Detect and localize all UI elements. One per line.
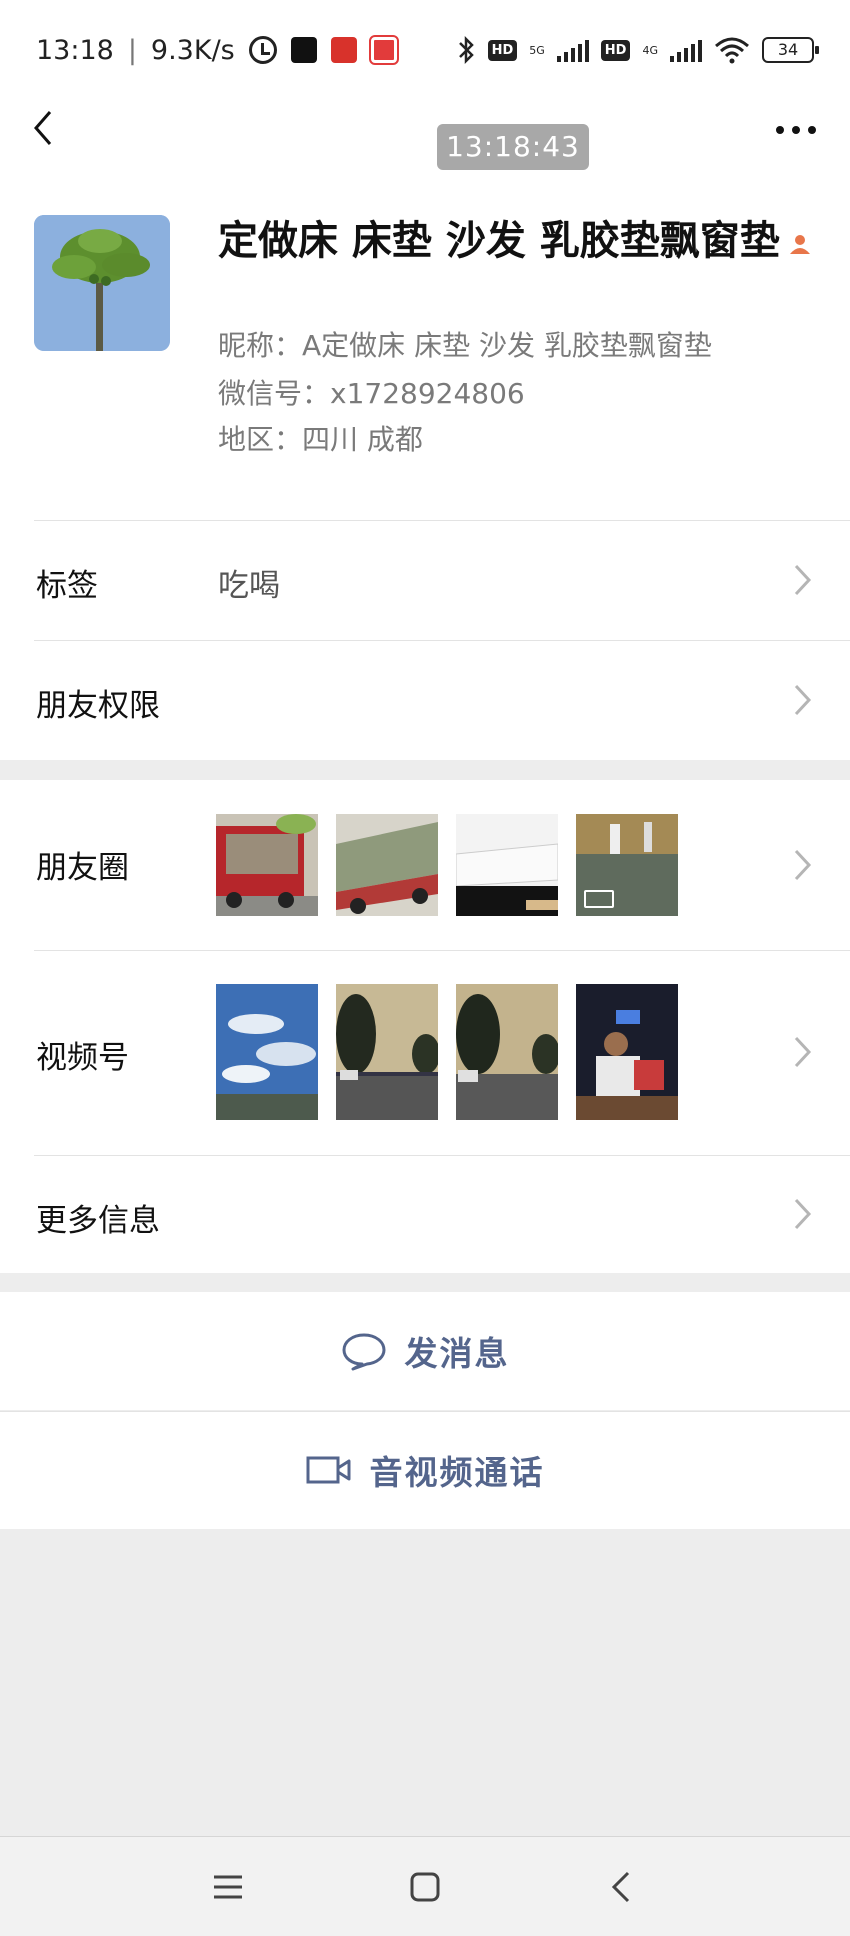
friend-permissions-row[interactable]: 朋友权限 [0, 640, 850, 760]
moments-thumbnail-1 [216, 814, 318, 916]
video-camera-icon [306, 1456, 350, 1484]
menu-lines-icon[interactable] [208, 1867, 248, 1907]
divider [0, 1411, 850, 1412]
region-value: 四川 成都 [302, 423, 423, 456]
tags-value: 吃喝 [218, 568, 280, 604]
top-nav-bar: 13:18:43 [0, 100, 850, 200]
status-bar-right: HD 5G HD 4G 34 [456, 35, 819, 65]
send-message-label: 发消息 [404, 1334, 510, 1373]
wechat-id-label: 微信号： [218, 377, 331, 410]
alarm-icon [248, 36, 277, 64]
profile-header: 定做床 床垫 沙发 乳胶垫飘窗垫 昵称：A定做床 床垫 沙发 乳胶垫飘窗垫 微信… [0, 200, 850, 520]
signal-5g-label: 5G [529, 43, 545, 57]
video-camera-icon [584, 890, 614, 908]
status-separator: | [127, 34, 137, 66]
network-speed: 9.3K/s [150, 34, 235, 66]
signal-5g: 5G [529, 45, 545, 56]
timestamp-badge: 13:18:43 [437, 124, 589, 170]
moments-thumbnail-2 [336, 814, 438, 916]
home-square-icon[interactable] [405, 1867, 445, 1907]
app-notification-icon [330, 37, 357, 63]
channels-thumbnail-3 [456, 984, 558, 1120]
channels-thumbnail-1 [216, 984, 318, 1120]
channels-thumbnail-4 [576, 984, 678, 1120]
more-info-row[interactable]: 更多信息 [0, 1155, 850, 1273]
moments-label: 朋友圈 [36, 850, 129, 886]
battery-indicator: 34 [762, 37, 819, 63]
moments-thumbnail-3 [456, 814, 558, 916]
video-app-icon [368, 35, 399, 65]
signal-4g: 4G [642, 45, 658, 56]
back-chevron-icon[interactable] [602, 1867, 642, 1907]
wechat-id-line: 微信号：x1728924806 [218, 372, 525, 412]
signal-bars-icon-2 [670, 38, 702, 62]
wifi-icon [715, 37, 749, 64]
tags-row[interactable]: 标签 吃喝 [0, 520, 850, 640]
divider [34, 520, 850, 521]
back-arrow-icon[interactable] [26, 108, 66, 148]
chevron-right-icon [794, 849, 812, 881]
status-bar: 13:18 | 9.3K/s HD 5G HD 4G 34 [0, 0, 850, 100]
send-message-button[interactable]: 发消息 [0, 1292, 850, 1410]
hd-badge-2: HD [600, 39, 631, 61]
divider [34, 1155, 850, 1156]
av-call-button[interactable]: 音视频通话 [0, 1411, 850, 1529]
hd-badge: HD [487, 39, 518, 61]
status-bar-left: 13:18 | 9.3K/s [36, 34, 399, 66]
channels-label: 视频号 [36, 1040, 129, 1076]
channels-row[interactable]: 视频号 [0, 950, 850, 1155]
system-navigation-bar [0, 1836, 850, 1936]
contact-display-name: 定做床 床垫 沙发 乳胶垫飘窗垫 [218, 218, 780, 264]
divider [34, 640, 850, 641]
nickname-line: 昵称：A定做床 床垫 沙发 乳胶垫飘窗垫 [218, 324, 712, 364]
chevron-right-icon [794, 564, 812, 596]
person-icon [790, 235, 810, 254]
channels-thumbnail-2 [336, 984, 438, 1120]
avatar-image [34, 215, 170, 351]
more-dots-icon[interactable] [776, 120, 820, 140]
moments-row[interactable]: 朋友圈 [0, 780, 850, 950]
nickname-label: 昵称： [218, 329, 303, 362]
chevron-right-icon [794, 1198, 812, 1230]
divider [34, 950, 850, 951]
signal-4g-label: 4G [642, 43, 658, 57]
chevron-right-icon [794, 1036, 812, 1068]
wechat-id-value[interactable]: x1728924806 [330, 377, 525, 410]
bluetooth-icon [458, 35, 474, 65]
region-label: 地区： [218, 423, 303, 456]
avatar[interactable] [34, 215, 170, 351]
chat-bubble-icon [342, 1333, 385, 1371]
av-call-label: 音视频通话 [369, 1453, 545, 1492]
moments-video-thumbnail [576, 814, 678, 916]
tiktok-icon [290, 37, 317, 63]
status-time: 13:18 [36, 34, 114, 66]
tags-label: 标签 [36, 568, 98, 604]
signal-bars-icon [556, 38, 589, 62]
nickname-value: A定做床 床垫 沙发 乳胶垫飘窗垫 [302, 329, 712, 362]
region-line: 地区：四川 成都 [218, 418, 423, 458]
friend-permissions-label: 朋友权限 [36, 688, 160, 724]
more-info-label: 更多信息 [36, 1203, 160, 1239]
chevron-right-icon [794, 684, 812, 716]
